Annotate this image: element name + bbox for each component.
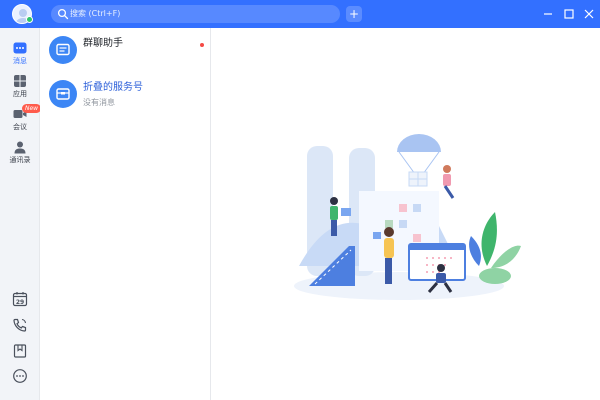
folded-service-icon [56,88,70,100]
search-icon [57,8,69,20]
title-bar: 搜索 (Ctrl+F) + [0,0,600,28]
group-assistant-icon [56,43,70,56]
conversation-item-folded-service[interactable]: 折叠的服务号 没有消息 [40,74,211,118]
close-icon[interactable] [582,7,596,21]
phone-button[interactable] [12,317,28,333]
calendar-button[interactable]: 29 [12,291,28,307]
message-icon [13,42,27,54]
left-nav: 消息 应用 New 会议 通讯录 29 [0,28,42,400]
new-badge: New [22,104,42,113]
conversation-item-group-assistant[interactable]: 群聊助手 [40,30,211,74]
conversation-avatar [49,36,77,64]
add-button[interactable]: + [346,6,362,22]
nav-item-label: 应用 [13,90,27,98]
bookmark-button[interactable] [12,343,28,359]
empty-state-illustration-icon [294,134,521,300]
conversation-subtitle: 没有消息 [83,98,115,107]
minimize-icon[interactable] [541,7,555,21]
calendar-icon: 29 [12,292,28,307]
nav-item-label: 消息 [13,57,27,65]
nav-item-meetings[interactable]: New 会议 [0,104,42,136]
nav-item-contacts[interactable]: 通讯录 [0,137,40,169]
search-placeholder: 搜索 (Ctrl+F) [70,9,121,18]
conversation-avatar [49,80,77,108]
conversation-title: 群聊助手 [83,38,123,49]
calendar-day: 29 [16,299,24,306]
online-status-dot [26,16,33,23]
bookmark-icon [13,344,27,358]
nav-item-label: 会议 [13,123,27,131]
nav-item-apps[interactable]: 应用 [0,71,40,103]
search-bar[interactable]: 搜索 (Ctrl+F) [51,5,340,23]
apps-icon [14,75,26,87]
main-panel [211,28,600,400]
maximize-icon[interactable] [562,7,576,21]
nav-item-messages[interactable]: 消息 [0,38,40,70]
phone-icon [13,318,27,332]
contacts-icon [14,141,26,154]
unread-dot [200,43,204,47]
more-icon [13,369,27,383]
conversation-title: 折叠的服务号 [83,82,143,93]
nav-item-label: 通讯录 [9,156,31,164]
more-button[interactable] [12,368,28,384]
conversation-list: 群聊助手 折叠的服务号 没有消息 [40,28,211,400]
